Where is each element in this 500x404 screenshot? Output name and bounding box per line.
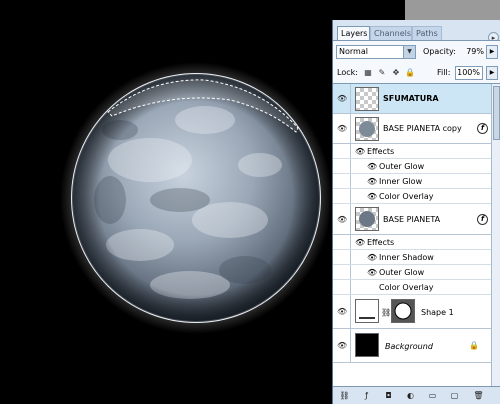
effect-label: Color Overlay <box>379 192 434 201</box>
visibility-column: 👁 <box>333 84 351 113</box>
blend-mode-select[interactable]: Normal ▼ <box>336 45 416 59</box>
tab-paths[interactable]: Paths <box>412 26 442 40</box>
eye-icon[interactable]: 👁 <box>355 148 365 156</box>
layer-name: Shape 1 <box>421 308 454 317</box>
layer-row-background[interactable]: 👁 Background 🔒 <box>333 329 491 363</box>
tab-layers[interactable]: Layers <box>337 26 370 40</box>
lock-position-move-icon[interactable]: ✥ <box>391 68 401 78</box>
effects-label: Effects <box>367 147 395 156</box>
vector-mask-thumbnail <box>391 299 415 323</box>
layer-row-sfumatura[interactable]: 👁 SFUMATURA <box>333 84 491 114</box>
visibility-column: 👁 <box>333 329 351 362</box>
layer-style-icon[interactable]: ƒ <box>361 390 372 401</box>
layer-mask-icon[interactable]: ◘ <box>383 390 394 401</box>
effect-label: Color Overlay <box>379 283 434 292</box>
chevron-down-icon[interactable]: ▼ <box>403 46 415 58</box>
visibility-column: 👁 <box>333 204 351 234</box>
layers-scrollbar[interactable] <box>491 84 500 386</box>
trash-icon[interactable]: 🗑 <box>473 390 484 401</box>
layers-list: 👁 SFUMATURA 👁 BASE PIANETA copy f 👁 Effe… <box>333 84 491 386</box>
effects-header[interactable]: 👁 Effects <box>333 235 491 250</box>
fill-label: Fill: <box>437 68 451 77</box>
eye-icon[interactable]: 👁 <box>367 269 377 277</box>
fill-input[interactable]: 100% <box>455 66 483 80</box>
layer-name: BASE PIANETA <box>383 215 441 224</box>
eye-icon[interactable]: 👁 <box>337 342 347 350</box>
eye-icon[interactable]: 👁 <box>337 95 347 103</box>
eye-icon[interactable] <box>337 148 347 155</box>
fill-slider-button[interactable]: ▶ <box>486 66 498 80</box>
effect-row[interactable]: 👁 Color Overlay <box>333 189 491 204</box>
new-layer-icon[interactable]: ▢ <box>449 390 460 401</box>
circle-mask-icon <box>394 302 412 320</box>
opacity-slider-button[interactable]: ▶ <box>486 45 498 59</box>
scrollbar-thumb[interactable] <box>493 86 500 140</box>
eye-icon[interactable]: 👁 <box>337 308 347 316</box>
lock-transparency-icon[interactable]: ▦ <box>363 68 373 78</box>
effect-label: Outer Glow <box>379 268 425 277</box>
document-canvas[interactable] <box>0 0 332 404</box>
visibility-column: 👁 <box>333 114 351 143</box>
panel-tabs: Layers Channels Paths ▸ <box>333 26 500 43</box>
opacity-input[interactable]: 79% <box>458 45 484 59</box>
eye-icon[interactable]: 👁 <box>367 193 377 201</box>
effect-label: Outer Glow <box>379 162 425 171</box>
effect-row[interactable]: Color Overlay <box>333 280 491 295</box>
effect-row[interactable]: 👁 Outer Glow <box>333 159 491 174</box>
opacity-label: Opacity: <box>423 47 456 56</box>
layer-thumbnail <box>355 207 379 231</box>
effect-row[interactable]: 👁 Outer Glow <box>333 265 491 280</box>
layer-thumbnail <box>355 333 379 357</box>
layer-name: Background <box>385 342 433 351</box>
layer-thumbnail <box>355 117 379 141</box>
planet-thumbnail-icon <box>359 121 375 137</box>
layer-row-base-pianeta-copy[interactable]: 👁 BASE PIANETA copy f <box>333 114 491 144</box>
effect-row[interactable]: 👁 Inner Glow <box>333 174 491 189</box>
fx-icon[interactable]: f <box>477 214 488 225</box>
link-layers-icon[interactable]: ⛓ <box>339 390 350 401</box>
tab-channels[interactable]: Channels <box>370 26 412 40</box>
lock-image-brush-icon[interactable]: ✎ <box>377 68 387 78</box>
planet-artwork <box>60 62 332 334</box>
effect-row[interactable]: 👁 Inner Shadow <box>333 250 491 265</box>
adjustment-layer-icon[interactable]: ◐ <box>405 390 416 401</box>
window-background <box>405 0 500 22</box>
lock-row: Lock: ▦ ✎ ✥ 🔒 Fill: 100% ▶ <box>333 64 500 84</box>
effect-label: Inner Glow <box>379 177 423 186</box>
eye-icon[interactable]: 👁 <box>337 125 347 133</box>
eye-icon[interactable]: 👁 <box>337 216 347 224</box>
layers-panel: Layers Channels Paths ▸ Normal ▼ Opacity… <box>332 20 500 404</box>
layers-bottom-toolbar: ⛓ ƒ ◘ ◐ ▭ ▢ 🗑 <box>333 386 500 404</box>
planet-thumbnail-icon <box>359 211 375 227</box>
lock-icon: 🔒 <box>469 341 479 350</box>
layer-name: SFUMATURA <box>383 94 439 103</box>
layer-row-base-pianeta[interactable]: 👁 BASE PIANETA f <box>333 204 491 235</box>
link-icon[interactable]: ⛓ <box>381 308 391 317</box>
effects-header[interactable]: 👁 Effects <box>333 144 491 159</box>
blend-mode-value: Normal <box>339 47 368 56</box>
shape-thumbnail-icon <box>359 317 375 319</box>
lock-all-icon[interactable]: 🔒 <box>405 68 415 78</box>
layer-name: BASE PIANETA copy <box>383 124 462 133</box>
lock-label: Lock: <box>337 68 358 77</box>
layer-thumbnail <box>355 299 379 323</box>
eye-icon[interactable]: 👁 <box>367 178 377 186</box>
new-group-icon[interactable]: ▭ <box>427 390 438 401</box>
eye-icon[interactable]: 👁 <box>367 254 377 262</box>
effect-label: Inner Shadow <box>379 253 434 262</box>
blend-row: Normal ▼ Opacity: 79% ▶ <box>333 40 500 64</box>
layer-thumbnail <box>355 87 379 111</box>
effects-label: Effects <box>367 238 395 247</box>
eye-icon[interactable]: 👁 <box>367 163 377 171</box>
visibility-column: 👁 <box>333 295 351 328</box>
layer-row-shape-1[interactable]: 👁 ⛓ Shape 1 <box>333 295 491 329</box>
fx-icon[interactable]: f <box>477 123 488 134</box>
eye-icon[interactable]: 👁 <box>355 239 365 247</box>
